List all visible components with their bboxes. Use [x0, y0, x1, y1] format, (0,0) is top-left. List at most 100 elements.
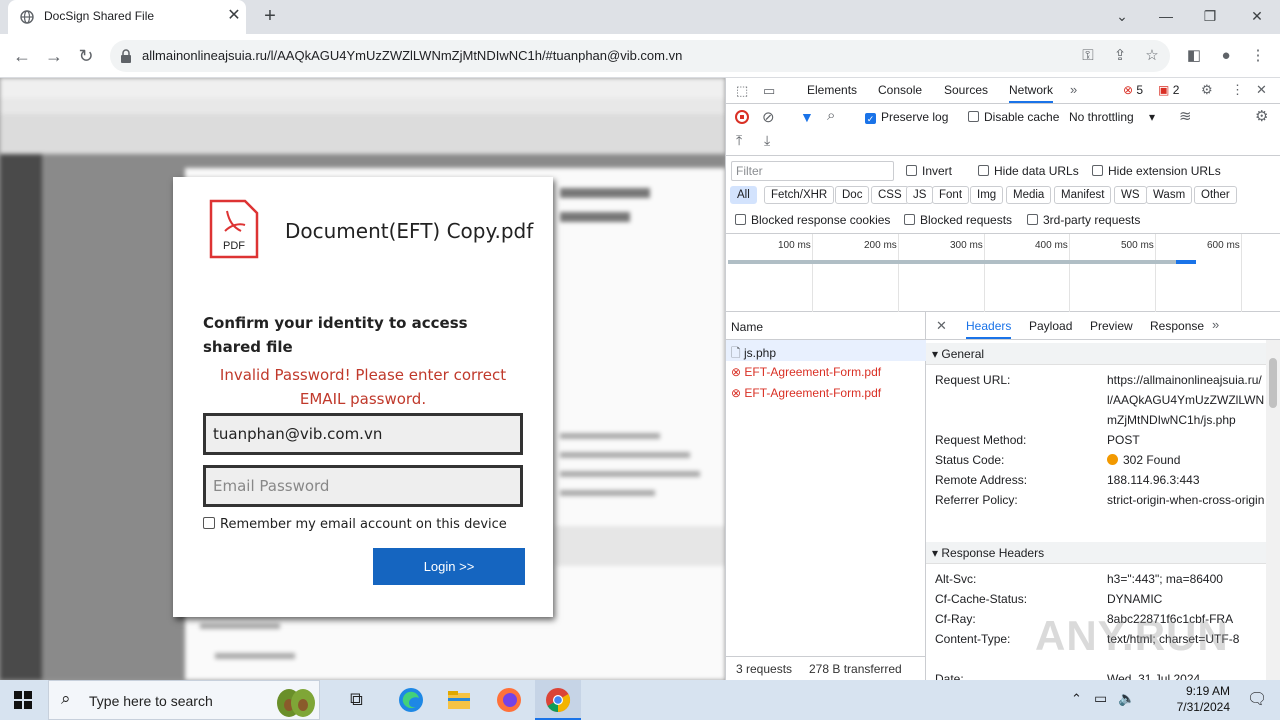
- minimize-button[interactable]: —: [1152, 4, 1180, 28]
- throttling-select[interactable]: No throttling ▾: [1069, 110, 1155, 124]
- blocked-requests-toggle[interactable]: Blocked requests: [904, 213, 1012, 227]
- reload-button[interactable]: ↻: [74, 44, 98, 68]
- request-row[interactable]: 🗋 js.php: [731, 344, 776, 365]
- network-conditions-icon[interactable]: ≋: [1179, 107, 1192, 125]
- devtools-menu-icon[interactable]: ⋮: [1231, 82, 1244, 98]
- filter-type-font[interactable]: Font: [932, 186, 970, 204]
- volume-icon[interactable]: 🔈: [1118, 690, 1135, 707]
- login-button[interactable]: Login >>: [373, 548, 525, 585]
- preserve-log-label: Preserve log: [881, 110, 949, 124]
- new-tab-button[interactable]: +: [258, 5, 282, 29]
- taskbar-clock[interactable]: 9:19 AM 7/31/2024: [1160, 683, 1230, 715]
- detail-scrollbar[interactable]: [1266, 340, 1280, 680]
- windows-start-icon[interactable]: [14, 691, 32, 709]
- filter-type-ws[interactable]: WS: [1114, 186, 1147, 204]
- name-column-header[interactable]: Name: [726, 312, 926, 340]
- filter-type-all[interactable]: All: [730, 186, 757, 204]
- hide-data-urls-toggle[interactable]: Hide data URLs: [978, 164, 1079, 178]
- chrome-icon[interactable]: [544, 686, 572, 714]
- bookmark-star-icon[interactable]: ☆: [1142, 46, 1162, 66]
- timeline-tick: 200 ms: [864, 240, 897, 251]
- network-icon[interactable]: ▭: [1094, 690, 1107, 707]
- filter-type-img[interactable]: Img: [970, 186, 1004, 204]
- key-icon[interactable]: ⚿: [1078, 46, 1098, 66]
- request-row[interactable]: ⊗ EFT-Agreement-Form.pdf: [731, 386, 881, 400]
- firefox-icon[interactable]: [495, 686, 523, 714]
- address-bar[interactable]: allmainonlineajsuia.ru/l/AAQkAGU4YmUzZWZ…: [110, 40, 1170, 72]
- network-summary: 3 requests 278 B transferred: [726, 656, 926, 680]
- tab-headers[interactable]: Headers: [966, 319, 1012, 339]
- email-field[interactable]: tuanphan@vib.com.vn: [203, 413, 523, 455]
- response-headers-section-header[interactable]: ▾ Response Headers: [926, 542, 1266, 564]
- search-icon[interactable]: ⌕: [827, 107, 835, 124]
- back-button[interactable]: ←: [10, 44, 34, 68]
- remember-checkbox[interactable]: [203, 517, 215, 529]
- request-count: 3 requests: [736, 662, 793, 676]
- inspect-element-icon[interactable]: ⬚: [736, 83, 748, 99]
- tab-elements[interactable]: Elements: [807, 83, 857, 97]
- avocado-search-highlight-icon: [277, 689, 315, 717]
- import-har-icon[interactable]: ⤒: [736, 132, 742, 149]
- forward-button[interactable]: →: [42, 44, 66, 68]
- preserve-log-toggle[interactable]: ✓ Preserve log: [865, 110, 948, 124]
- tab-sources[interactable]: Sources: [944, 83, 988, 97]
- side-panel-icon[interactable]: ◧: [1184, 46, 1204, 66]
- more-tabs-icon[interactable]: »: [1070, 82, 1077, 97]
- tab-payload[interactable]: Payload: [1029, 319, 1072, 333]
- filter-type-media[interactable]: Media: [1006, 186, 1052, 204]
- network-timeline[interactable]: 100 ms 200 ms 300 ms 400 ms 500 ms 600 m…: [726, 234, 1280, 312]
- filter-funnel-icon[interactable]: ▼: [800, 109, 814, 125]
- issue-counter[interactable]: ▣ 2: [1158, 83, 1179, 97]
- third-party-toggle[interactable]: 3rd-party requests: [1027, 213, 1140, 227]
- filter-type-fetch[interactable]: Fetch/XHR: [764, 186, 835, 204]
- filter-type-css[interactable]: CSS: [871, 186, 909, 204]
- share-icon[interactable]: ⇪: [1110, 46, 1130, 66]
- file-explorer-icon[interactable]: [445, 686, 473, 714]
- browser-tab[interactable]: DocSign Shared File ✕: [8, 0, 246, 34]
- clear-icon[interactable]: ⊘: [762, 108, 775, 126]
- task-view-icon[interactable]: ⧉: [350, 689, 363, 710]
- timeline-tick: 100 ms: [778, 240, 811, 251]
- taskbar-search-box[interactable]: ⌕ Type here to search: [48, 680, 320, 720]
- timeline-bar: [728, 260, 1178, 264]
- pdf-icon-label: PDF: [223, 240, 245, 252]
- record-icon[interactable]: [735, 110, 749, 124]
- general-section-header[interactable]: ▾ General: [926, 343, 1266, 365]
- close-tab-icon[interactable]: ✕: [224, 6, 244, 26]
- tab-search-icon[interactable]: ⌄: [1108, 4, 1136, 28]
- tab-network[interactable]: Network: [1009, 83, 1054, 103]
- general-label: General: [941, 347, 985, 361]
- close-window-button[interactable]: ✕: [1243, 4, 1271, 28]
- hide-extension-urls-toggle[interactable]: Hide extension URLs: [1092, 164, 1221, 178]
- more-detail-tabs-icon[interactable]: »: [1212, 317, 1219, 332]
- detail-tabbar: ✕ Headers Payload Preview Response »: [926, 312, 1280, 340]
- request-row[interactable]: ⊗ EFT-Agreement-Form.pdf: [731, 365, 881, 379]
- close-detail-icon[interactable]: ✕: [936, 318, 947, 334]
- filter-type-doc[interactable]: Doc: [835, 186, 870, 204]
- tab-response[interactable]: Response: [1150, 319, 1204, 333]
- menu-kebab-icon[interactable]: ⋮: [1248, 46, 1268, 66]
- edge-icon[interactable]: [397, 686, 425, 714]
- network-settings-icon[interactable]: ⚙: [1255, 107, 1268, 125]
- filter-input[interactable]: Filter: [731, 161, 894, 181]
- profile-icon[interactable]: ●: [1216, 46, 1236, 66]
- export-har-icon[interactable]: ⤓: [764, 132, 770, 149]
- tab-console[interactable]: Console: [878, 83, 922, 97]
- notification-icon[interactable]: 🗨: [1247, 689, 1267, 709]
- show-hidden-icons-icon[interactable]: ⌃: [1071, 691, 1082, 707]
- filter-type-wasm[interactable]: Wasm: [1146, 186, 1193, 204]
- settings-gear-icon[interactable]: ⚙: [1201, 82, 1213, 98]
- filter-type-other[interactable]: Other: [1194, 186, 1237, 204]
- tab-preview[interactable]: Preview: [1090, 319, 1133, 333]
- filter-type-js[interactable]: JS: [906, 186, 934, 204]
- invert-toggle[interactable]: Invert: [906, 164, 952, 178]
- blocked-cookies-toggle[interactable]: Blocked response cookies: [735, 213, 890, 227]
- disable-cache-toggle[interactable]: Disable cache: [968, 110, 1059, 124]
- device-toolbar-icon[interactable]: ▭: [763, 83, 775, 99]
- password-field[interactable]: Email Password: [203, 465, 523, 507]
- restore-button[interactable]: ❐: [1196, 4, 1224, 28]
- remember-checkbox-row[interactable]: Remember my email account on this device: [203, 517, 507, 532]
- filter-type-manifest[interactable]: Manifest: [1054, 186, 1112, 204]
- close-devtools-icon[interactable]: ✕: [1256, 82, 1267, 98]
- error-counter[interactable]: ⊗ 5: [1123, 83, 1143, 97]
